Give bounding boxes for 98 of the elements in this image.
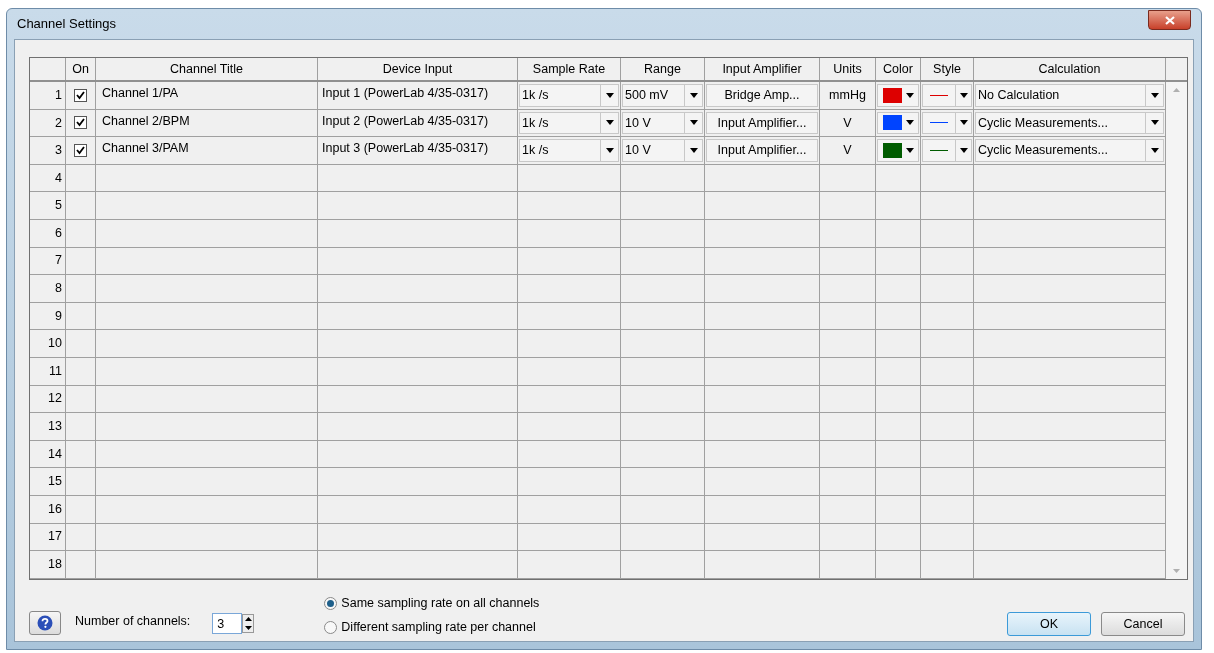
row-number: 11 — [30, 357, 66, 385]
scrollbar[interactable] — [1166, 82, 1187, 579]
amplifier-button[interactable]: Input Amplifier... — [706, 139, 818, 162]
style-dropdown[interactable] — [922, 111, 972, 135]
row-number: 17 — [30, 523, 66, 551]
sample-rate-dropdown[interactable]: 1k /s — [519, 84, 619, 107]
column-header: Input Amplifier — [705, 58, 820, 80]
calculation-dropdown[interactable]: No Calculation — [975, 84, 1164, 107]
caret-icon — [906, 92, 914, 98]
row-number: 15 — [30, 468, 66, 495]
check-icon — [76, 118, 85, 128]
color-dropdown[interactable] — [877, 111, 919, 135]
color-dropdown[interactable] — [877, 139, 919, 162]
scroll-down-icon — [1173, 568, 1180, 573]
line-style-sample — [930, 94, 948, 96]
checkbox[interactable] — [74, 88, 87, 102]
column-header: Device Input — [318, 58, 518, 80]
style-dropdown[interactable] — [922, 84, 972, 107]
caret-icon — [605, 148, 614, 153]
table-cell: Input 1 (PowerLab 4/35-0317) — [318, 82, 518, 109]
caret-icon — [1150, 92, 1159, 98]
channels-label: Number of channels: — [75, 613, 191, 631]
caret-icon — [689, 92, 698, 98]
help-button[interactable] — [29, 611, 61, 636]
checkbox[interactable] — [74, 144, 87, 157]
sample-rate-dropdown[interactable]: 1k /s — [519, 111, 619, 135]
row-number: 9 — [30, 302, 66, 330]
range-dropdown[interactable]: 10 V — [622, 139, 703, 162]
table-cell: Input 3 (PowerLab 4/35-0317) — [318, 137, 518, 164]
caret-icon — [906, 120, 914, 126]
row-number: 10 — [30, 330, 66, 357]
column-header: Channel Title — [96, 58, 318, 80]
row-number: 12 — [30, 385, 66, 413]
caret-icon — [906, 148, 914, 153]
table-cell: Channel 3/PAM — [96, 137, 318, 164]
dialog-button[interactable]: OK — [1007, 612, 1091, 637]
row-number: 6 — [30, 219, 66, 247]
calculation-dropdown[interactable]: Cyclic Measurements... — [975, 139, 1164, 162]
table-cell: V — [820, 109, 876, 137]
help-icon — [37, 615, 53, 632]
row-number: 16 — [30, 495, 66, 523]
caret-icon — [959, 148, 968, 153]
line-style-sample — [930, 122, 948, 124]
radio-label: Same sampling rate on all channels — [341, 594, 540, 612]
close-icon — [1164, 15, 1175, 25]
table-cell: Input 2 (PowerLab 4/35-0317) — [318, 109, 518, 137]
caret-icon — [1150, 148, 1159, 153]
row-number: 2 — [30, 109, 66, 137]
column-header: On — [66, 58, 96, 80]
row-number: 18 — [30, 551, 66, 578]
radio-label: Different sampling rate per channel — [341, 619, 536, 637]
column-header: Calculation — [974, 58, 1166, 80]
row-number: 4 — [30, 164, 66, 192]
style-dropdown[interactable] — [922, 139, 972, 162]
amplifier-button[interactable]: Input Amplifier... — [706, 111, 818, 135]
line-style-sample — [930, 150, 948, 151]
caret-icon — [689, 148, 698, 153]
calculation-dropdown[interactable]: Cyclic Measurements... — [975, 111, 1164, 135]
table-cell: Channel 1/PA — [96, 82, 318, 109]
row-number: 3 — [30, 137, 66, 164]
row-number: 5 — [30, 192, 66, 219]
dialog-button[interactable]: Cancel — [1101, 612, 1185, 637]
check-icon — [76, 146, 85, 155]
amplifier-button[interactable]: Bridge Amp... — [706, 84, 818, 107]
row-number: 8 — [30, 275, 66, 302]
channels-input[interactable]: 3 — [212, 613, 243, 635]
radio-button[interactable] — [324, 596, 338, 610]
caret-icon — [605, 120, 614, 126]
row-number: 7 — [30, 247, 66, 275]
column-header: Units — [820, 58, 876, 80]
range-dropdown[interactable]: 10 V — [622, 111, 703, 135]
range-dropdown[interactable]: 500 mV — [622, 84, 703, 107]
row-number: 14 — [30, 440, 66, 468]
caret-icon — [959, 120, 968, 126]
window-title: Channel Settings — [17, 15, 116, 34]
table-cell: Channel 2/BPM — [96, 109, 318, 137]
caret-icon — [605, 92, 614, 98]
column-header: Sample Rate — [518, 58, 621, 80]
caret-icon — [959, 92, 968, 98]
column-header: Color — [876, 58, 921, 80]
radio-button[interactable] — [324, 621, 338, 635]
caret-icon — [1150, 120, 1159, 126]
row-number: 13 — [30, 413, 66, 440]
table-cell: mmHg — [820, 82, 876, 109]
scroll-up-icon — [1173, 88, 1180, 92]
checkbox[interactable] — [74, 116, 87, 130]
sample-rate-dropdown[interactable]: 1k /s — [519, 139, 619, 162]
color-dropdown[interactable] — [877, 84, 919, 107]
up-arrow-icon — [244, 617, 252, 622]
caret-icon — [689, 120, 698, 126]
down-arrow-icon — [244, 625, 252, 630]
check-icon — [76, 90, 85, 100]
column-header: Range — [621, 58, 705, 80]
table-cell: V — [820, 137, 876, 164]
row-number: 1 — [30, 82, 66, 109]
column-header: Style — [921, 58, 974, 80]
spin-buttons[interactable] — [242, 614, 255, 634]
close-button[interactable] — [1148, 10, 1191, 30]
